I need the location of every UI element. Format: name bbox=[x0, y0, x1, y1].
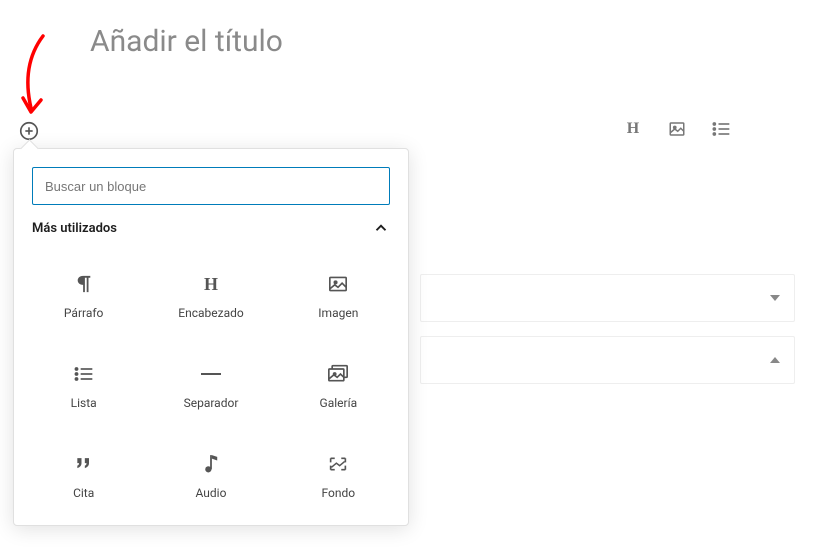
chevron-up-icon bbox=[770, 357, 780, 363]
block-gallery[interactable]: Galería bbox=[275, 341, 402, 431]
section-title: Más utilizados bbox=[32, 221, 117, 236]
block-search-input[interactable] bbox=[32, 167, 390, 205]
block-label: Párrafo bbox=[64, 306, 103, 320]
chevron-down-icon bbox=[770, 295, 780, 301]
block-heading[interactable]: H Encabezado bbox=[147, 251, 274, 341]
quote-icon bbox=[72, 452, 96, 476]
list-quick-button[interactable] bbox=[711, 119, 731, 139]
chevron-up-icon bbox=[372, 219, 390, 237]
section-most-used-header[interactable]: Más utilizados bbox=[14, 219, 408, 251]
block-inserter-popover: Más utilizados Párrafo H Encabezado bbox=[13, 148, 409, 526]
image-icon bbox=[326, 272, 350, 296]
block-label: Fondo bbox=[322, 486, 356, 500]
block-quote[interactable]: Cita bbox=[20, 431, 147, 521]
block-label: Audio bbox=[196, 486, 227, 500]
quick-insert-toolbar: H bbox=[623, 119, 731, 139]
block-label: Imagen bbox=[318, 306, 358, 320]
cover-icon bbox=[326, 452, 350, 476]
settings-panel-1[interactable] bbox=[420, 274, 795, 322]
heading-icon: H bbox=[627, 120, 639, 138]
block-cover[interactable]: Fondo bbox=[275, 431, 402, 521]
image-quick-button[interactable] bbox=[667, 119, 687, 139]
image-icon bbox=[668, 120, 686, 138]
block-list[interactable]: Lista bbox=[20, 341, 147, 431]
block-grid: Párrafo H Encabezado Imagen bbox=[14, 251, 408, 525]
block-label: Encabezado bbox=[178, 306, 243, 320]
block-label: Galería bbox=[320, 396, 358, 410]
block-label: Cita bbox=[73, 486, 94, 500]
paragraph-icon bbox=[72, 272, 96, 296]
separator-icon bbox=[199, 362, 223, 386]
list-icon bbox=[711, 120, 731, 138]
gallery-icon bbox=[326, 362, 350, 386]
block-audio[interactable]: Audio bbox=[147, 431, 274, 521]
block-label: Lista bbox=[71, 396, 97, 410]
block-image[interactable]: Imagen bbox=[275, 251, 402, 341]
audio-icon bbox=[199, 452, 223, 476]
block-paragraph[interactable]: Párrafo bbox=[20, 251, 147, 341]
list-icon bbox=[72, 362, 96, 386]
heading-quick-button[interactable]: H bbox=[623, 119, 643, 139]
post-title-placeholder: Añadir el título bbox=[90, 24, 723, 59]
block-separator[interactable]: Separador bbox=[147, 341, 274, 431]
settings-panel-2[interactable] bbox=[420, 336, 795, 384]
post-title-area[interactable]: Añadir el título bbox=[0, 0, 813, 59]
heading-icon: H bbox=[199, 272, 223, 296]
block-label: Separador bbox=[184, 396, 239, 410]
